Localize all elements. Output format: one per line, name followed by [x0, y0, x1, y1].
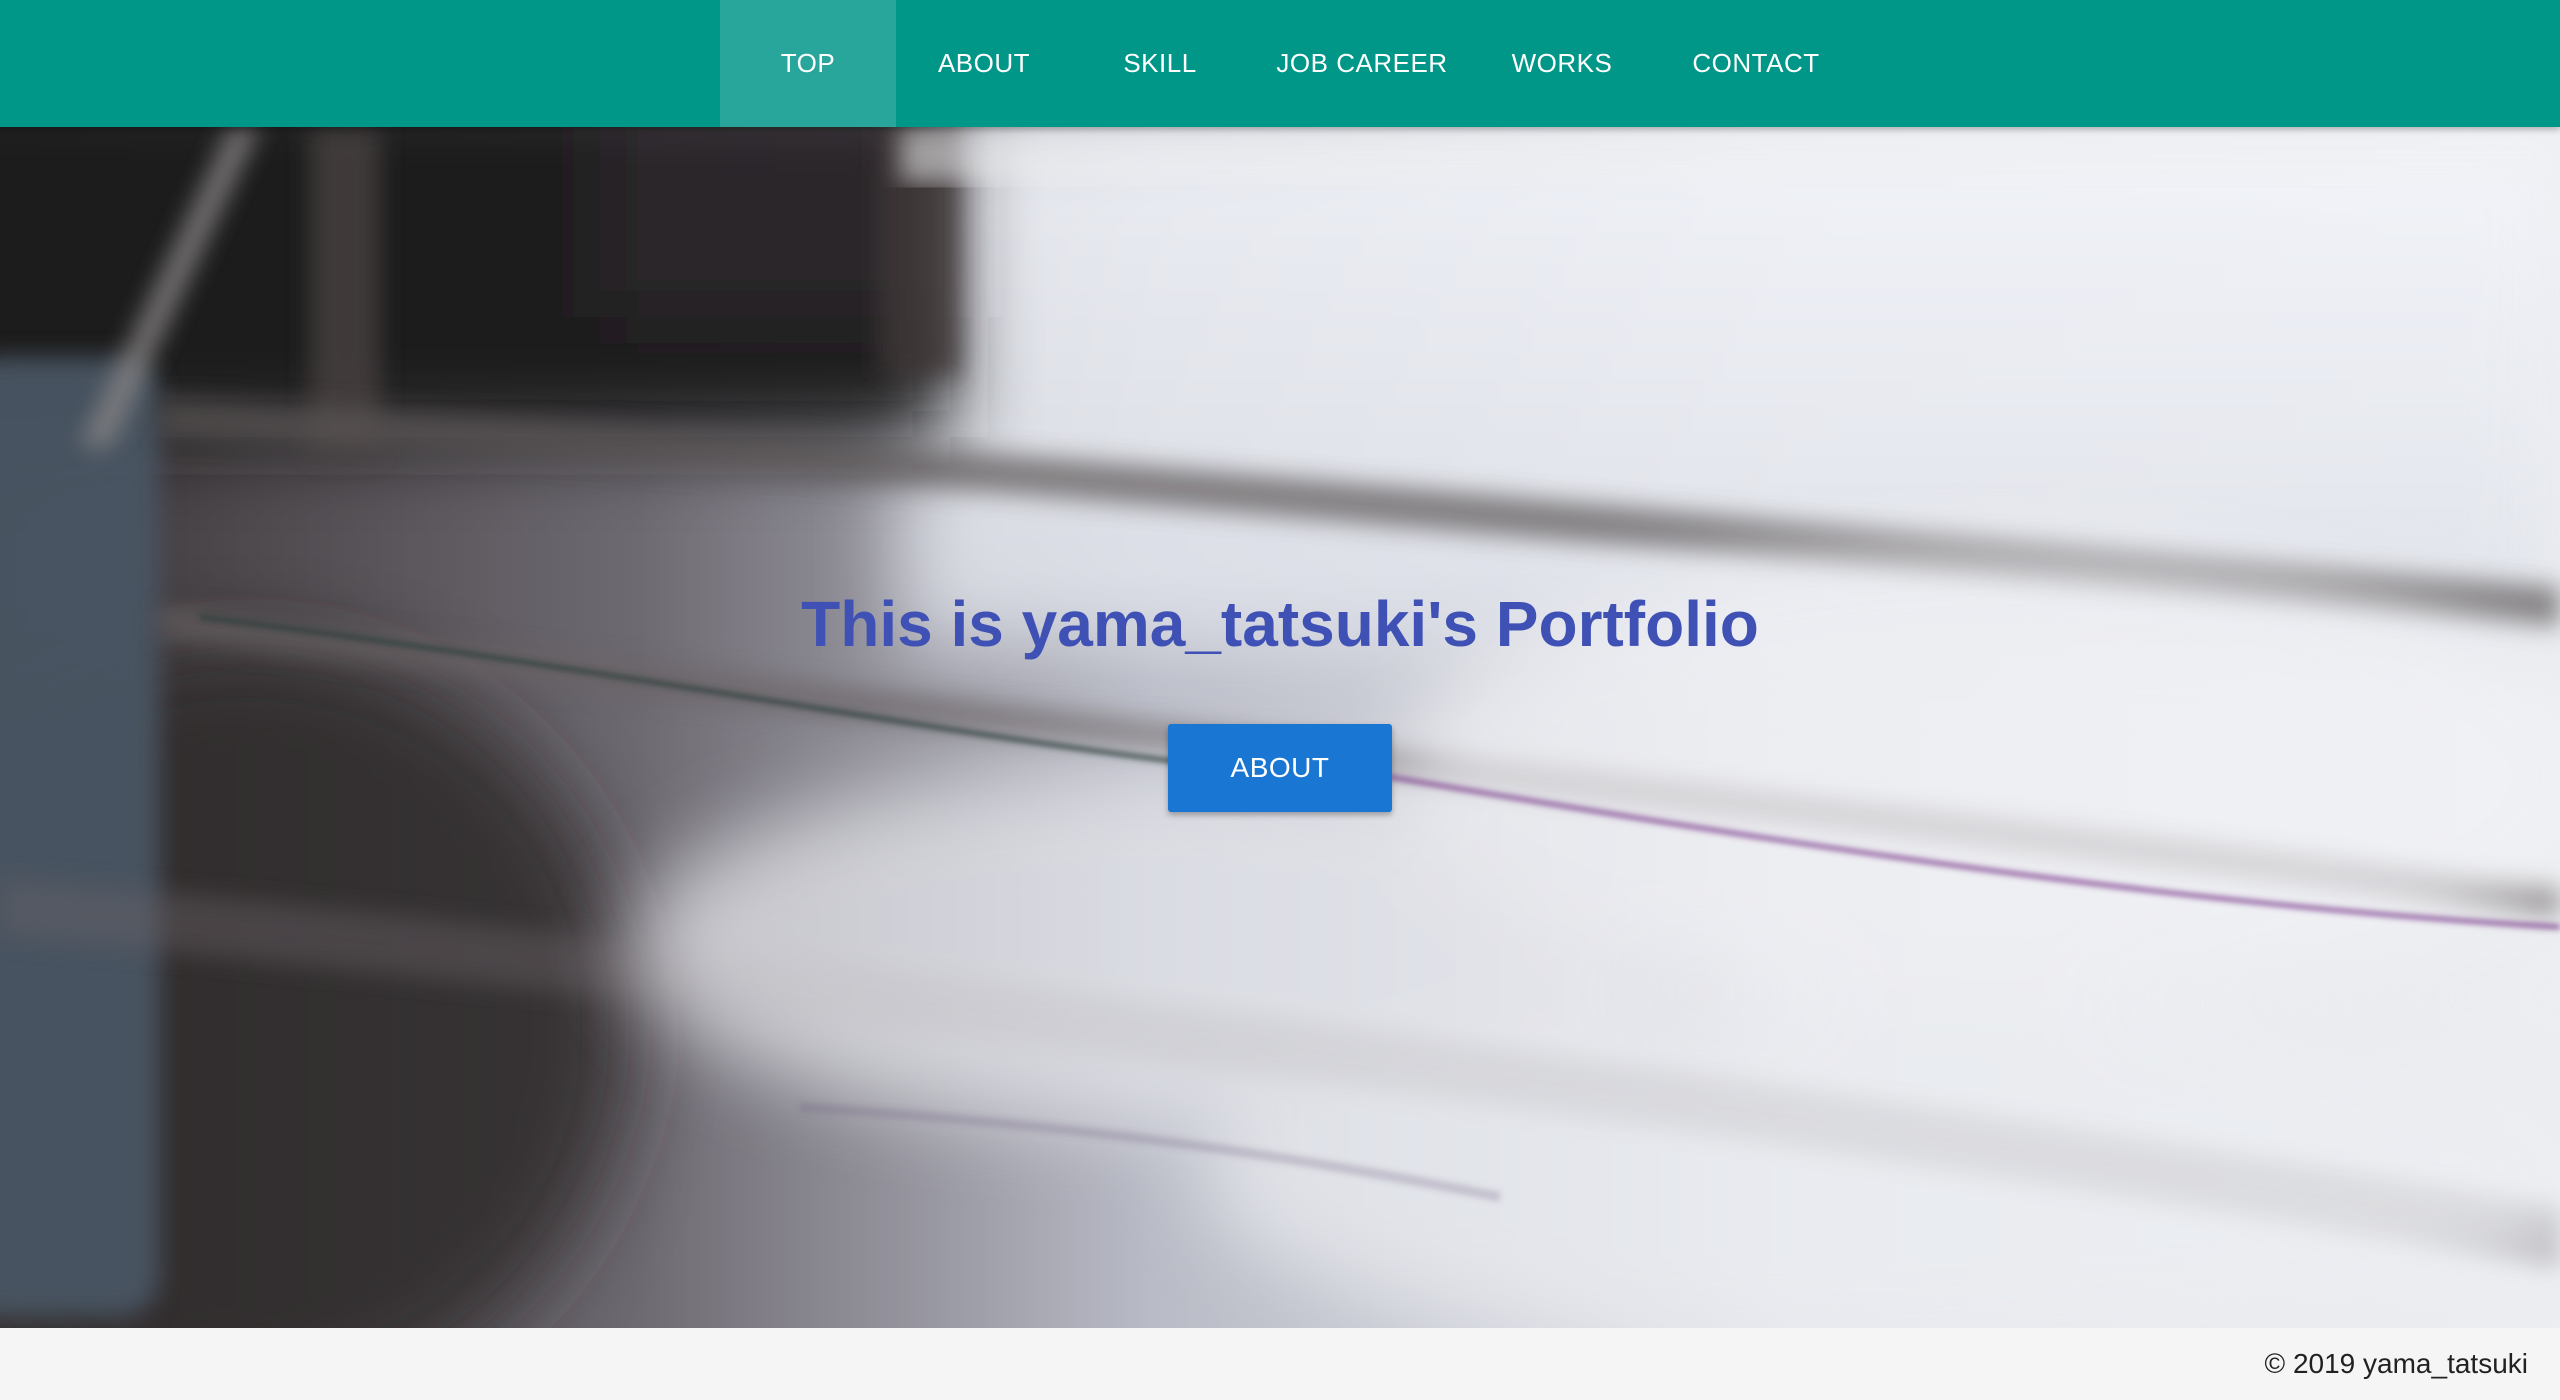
- nav-item-contact[interactable]: CONTACT: [1648, 0, 1864, 127]
- nav-item-works[interactable]: WORKS: [1476, 0, 1648, 127]
- nav-item-job-career[interactable]: JOB CAREER: [1248, 0, 1476, 127]
- nav-item-about[interactable]: ABOUT: [896, 0, 1072, 127]
- nav-item-skill[interactable]: SKILL: [1072, 0, 1248, 127]
- nav-item-label: WORKS: [1511, 48, 1613, 78]
- page: TOP ABOUT SKILL JOB CAREER WORKS CONTACT: [0, 0, 2560, 1400]
- about-button[interactable]: ABOUT: [1168, 724, 1392, 812]
- footer: © 2019 yama_tatsuki: [0, 1328, 2560, 1400]
- nav-item-label: TOP: [780, 48, 836, 78]
- nav-item-label: SKILL: [1123, 48, 1197, 78]
- nav-item-top[interactable]: TOP: [720, 0, 896, 127]
- nav-menu: TOP ABOUT SKILL JOB CAREER WORKS CONTACT: [720, 0, 1864, 127]
- top-navbar: TOP ABOUT SKILL JOB CAREER WORKS CONTACT: [0, 0, 2560, 127]
- hero-title: This is yama_tatsuki's Portfolio: [801, 588, 1759, 660]
- nav-item-label: CONTACT: [1692, 48, 1820, 78]
- copyright-text: © 2019 yama_tatsuki: [2264, 1348, 2528, 1379]
- nav-item-label: JOB CAREER: [1276, 48, 1448, 78]
- nav-item-label: ABOUT: [937, 48, 1031, 78]
- hero-section: This is yama_tatsuki's Portfolio ABOUT: [0, 127, 2560, 1328]
